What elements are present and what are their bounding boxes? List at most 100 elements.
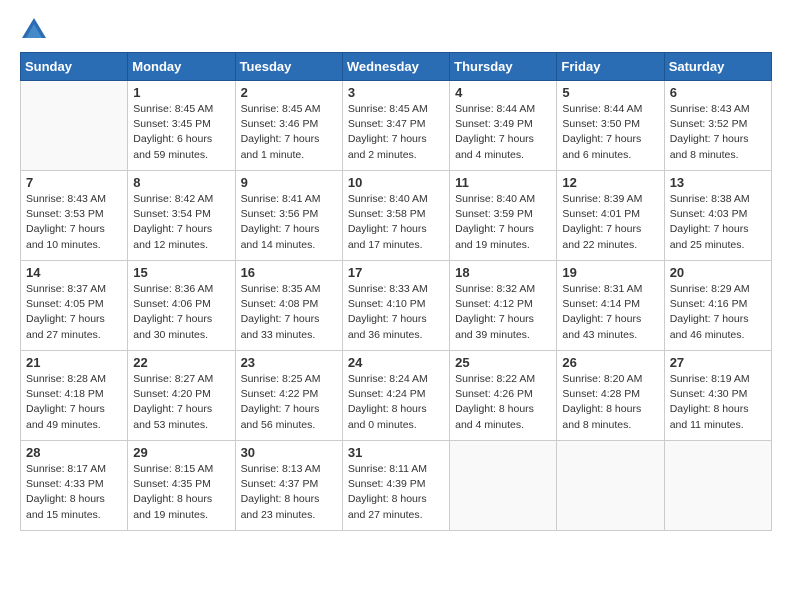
calendar-cell: 6 Sunrise: 8:43 AM Sunset: 3:52 PM Daylig… [664,81,771,171]
col-header-friday: Friday [557,53,664,81]
calendar-cell: 31Sunrise: 8:11 AM Sunset: 4:39 PM Dayli… [342,441,449,531]
calendar-cell: 21 Sunrise: 8:28 AM Sunset: 4:18 PM Dayli… [21,351,128,441]
calendar-cell: 29 Sunrise: 8:15 AM Sunset: 4:35 PM Dayli… [128,441,235,531]
calendar-cell: 13 Sunrise: 8:38 AM Sunset: 4:03 PM Dayli… [664,171,771,261]
day-number: 30 [241,445,337,460]
day-number: 21 [26,355,122,370]
day-number: 29 [133,445,229,460]
day-info: Sunrise: 8:45 AM Sunset: 3:45 PM Dayligh… [133,102,229,163]
day-number: 18 [455,265,551,280]
day-info: Sunrise: 8:32 AM Sunset: 4:12 PM Dayligh… [455,282,551,343]
day-number: 8 [133,175,229,190]
day-info: Sunrise: 8:19 AM Sunset: 4:30 PM Dayligh… [670,372,766,433]
calendar-cell: 14Sunrise: 8:37 AM Sunset: 4:05 PM Dayli… [21,261,128,351]
week-row-4: 21 Sunrise: 8:28 AM Sunset: 4:18 PM Dayli… [21,351,772,441]
day-info: Sunrise: 8:44 AM Sunset: 3:50 PM Dayligh… [562,102,658,163]
day-number: 10 [348,175,444,190]
day-info: Sunrise: 8:40 AM Sunset: 3:58 PM Dayligh… [348,192,444,253]
calendar-cell: 26Sunrise: 8:20 AM Sunset: 4:28 PM Dayli… [557,351,664,441]
day-number: 12 [562,175,658,190]
day-info: Sunrise: 8:29 AM Sunset: 4:16 PM Dayligh… [670,282,766,343]
logo [20,16,52,44]
day-number: 26 [562,355,658,370]
logo-icon [20,16,48,44]
calendar-cell: 28Sunrise: 8:17 AM Sunset: 4:33 PM Dayli… [21,441,128,531]
calendar-cell [557,441,664,531]
week-row-5: 28Sunrise: 8:17 AM Sunset: 4:33 PM Dayli… [21,441,772,531]
day-info: Sunrise: 8:25 AM Sunset: 4:22 PM Dayligh… [241,372,337,433]
day-number: 22 [133,355,229,370]
calendar-cell: 7Sunrise: 8:43 AM Sunset: 3:53 PM Daylig… [21,171,128,261]
calendar-cell: 15 Sunrise: 8:36 AM Sunset: 4:06 PM Dayli… [128,261,235,351]
calendar-cell: 9 Sunrise: 8:41 AM Sunset: 3:56 PM Daylig… [235,171,342,261]
calendar-cell: 24 Sunrise: 8:24 AM Sunset: 4:24 PM Dayli… [342,351,449,441]
day-info: Sunrise: 8:13 AM Sunset: 4:37 PM Dayligh… [241,462,337,523]
day-info: Sunrise: 8:45 AM Sunset: 3:46 PM Dayligh… [241,102,337,163]
week-row-3: 14Sunrise: 8:37 AM Sunset: 4:05 PM Dayli… [21,261,772,351]
day-info: Sunrise: 8:11 AM Sunset: 4:39 PM Dayligh… [348,462,444,523]
calendar-cell: 18 Sunrise: 8:32 AM Sunset: 4:12 PM Dayli… [450,261,557,351]
col-header-saturday: Saturday [664,53,771,81]
calendar-cell: 3Sunrise: 8:45 AM Sunset: 3:47 PM Daylig… [342,81,449,171]
calendar-cell: 25 Sunrise: 8:22 AM Sunset: 4:26 PM Dayli… [450,351,557,441]
calendar-cell: 22 Sunrise: 8:27 AM Sunset: 4:20 PM Dayli… [128,351,235,441]
day-info: Sunrise: 8:27 AM Sunset: 4:20 PM Dayligh… [133,372,229,433]
day-number: 2 [241,85,337,100]
calendar-cell: 2 Sunrise: 8:45 AM Sunset: 3:46 PM Daylig… [235,81,342,171]
calendar-cell: 4 Sunrise: 8:44 AM Sunset: 3:49 PM Daylig… [450,81,557,171]
calendar-cell [450,441,557,531]
day-number: 11 [455,175,551,190]
day-info: Sunrise: 8:45 AM Sunset: 3:47 PM Dayligh… [348,102,444,163]
day-number: 16 [241,265,337,280]
day-info: Sunrise: 8:15 AM Sunset: 4:35 PM Dayligh… [133,462,229,523]
day-info: Sunrise: 8:43 AM Sunset: 3:52 PM Dayligh… [670,102,766,163]
day-number: 6 [670,85,766,100]
calendar-header-row: SundayMondayTuesdayWednesdayThursdayFrid… [21,53,772,81]
day-number: 20 [670,265,766,280]
day-info: Sunrise: 8:17 AM Sunset: 4:33 PM Dayligh… [26,462,122,523]
calendar-cell: 23 Sunrise: 8:25 AM Sunset: 4:22 PM Dayli… [235,351,342,441]
day-number: 13 [670,175,766,190]
day-number: 24 [348,355,444,370]
calendar-table: SundayMondayTuesdayWednesdayThursdayFrid… [20,52,772,531]
calendar-cell: 1 Sunrise: 8:45 AM Sunset: 3:45 PM Daylig… [128,81,235,171]
calendar-cell: 8 Sunrise: 8:42 AM Sunset: 3:54 PM Daylig… [128,171,235,261]
col-header-tuesday: Tuesday [235,53,342,81]
day-info: Sunrise: 8:28 AM Sunset: 4:18 PM Dayligh… [26,372,122,433]
day-info: Sunrise: 8:42 AM Sunset: 3:54 PM Dayligh… [133,192,229,253]
day-info: Sunrise: 8:22 AM Sunset: 4:26 PM Dayligh… [455,372,551,433]
week-row-1: 1 Sunrise: 8:45 AM Sunset: 3:45 PM Daylig… [21,81,772,171]
calendar-cell: 16 Sunrise: 8:35 AM Sunset: 4:08 PM Dayli… [235,261,342,351]
day-number: 9 [241,175,337,190]
day-number: 14 [26,265,122,280]
day-number: 27 [670,355,766,370]
day-info: Sunrise: 8:36 AM Sunset: 4:06 PM Dayligh… [133,282,229,343]
day-number: 15 [133,265,229,280]
day-info: Sunrise: 8:41 AM Sunset: 3:56 PM Dayligh… [241,192,337,253]
calendar-cell: 30 Sunrise: 8:13 AM Sunset: 4:37 PM Dayli… [235,441,342,531]
col-header-monday: Monday [128,53,235,81]
day-info: Sunrise: 8:39 AM Sunset: 4:01 PM Dayligh… [562,192,658,253]
calendar-cell: 27 Sunrise: 8:19 AM Sunset: 4:30 PM Dayli… [664,351,771,441]
calendar-cell: 10 Sunrise: 8:40 AM Sunset: 3:58 PM Dayli… [342,171,449,261]
day-number: 25 [455,355,551,370]
week-row-2: 7Sunrise: 8:43 AM Sunset: 3:53 PM Daylig… [21,171,772,261]
day-number: 7 [26,175,122,190]
col-header-wednesday: Wednesday [342,53,449,81]
day-info: Sunrise: 8:35 AM Sunset: 4:08 PM Dayligh… [241,282,337,343]
day-number: 19 [562,265,658,280]
day-info: Sunrise: 8:44 AM Sunset: 3:49 PM Dayligh… [455,102,551,163]
col-header-thursday: Thursday [450,53,557,81]
day-number: 23 [241,355,337,370]
day-number: 4 [455,85,551,100]
calendar-cell: 19Sunrise: 8:31 AM Sunset: 4:14 PM Dayli… [557,261,664,351]
day-info: Sunrise: 8:24 AM Sunset: 4:24 PM Dayligh… [348,372,444,433]
calendar-cell: 17 Sunrise: 8:33 AM Sunset: 4:10 PM Dayli… [342,261,449,351]
day-info: Sunrise: 8:38 AM Sunset: 4:03 PM Dayligh… [670,192,766,253]
day-number: 17 [348,265,444,280]
calendar-cell: 11Sunrise: 8:40 AM Sunset: 3:59 PM Dayli… [450,171,557,261]
day-info: Sunrise: 8:33 AM Sunset: 4:10 PM Dayligh… [348,282,444,343]
calendar-cell [21,81,128,171]
calendar-cell: 12 Sunrise: 8:39 AM Sunset: 4:01 PM Dayli… [557,171,664,261]
day-number: 1 [133,85,229,100]
